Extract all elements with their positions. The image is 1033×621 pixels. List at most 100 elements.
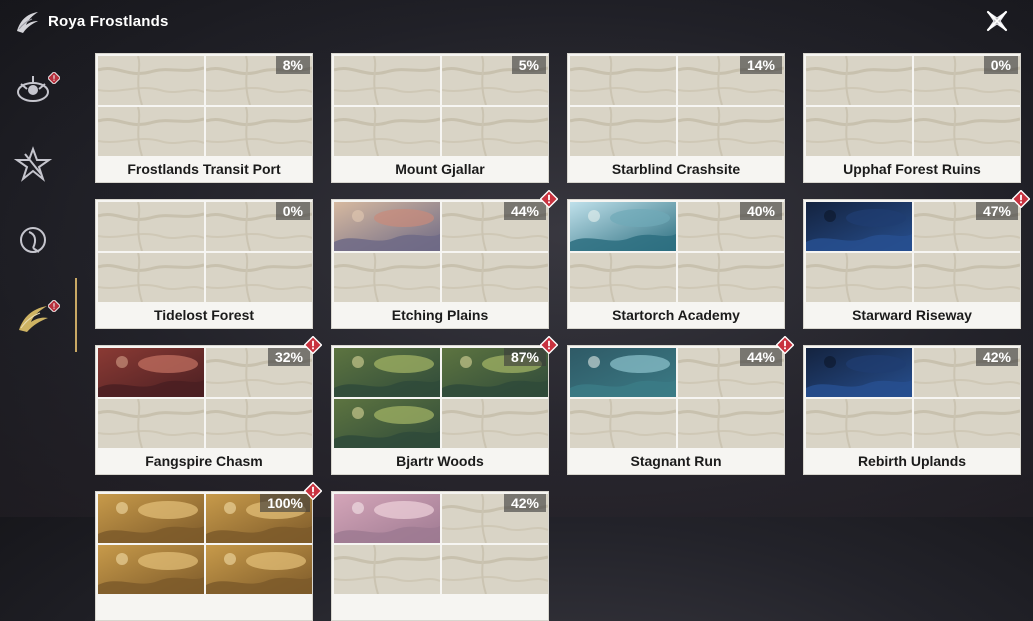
sidebar-item-faction-3[interactable] [6,218,60,262]
location-card[interactable]: 44% Stagnant Run [567,335,795,475]
alert-badge-icon [303,481,323,501]
map-fragment-revealed [806,202,912,251]
active-indicator [75,278,77,352]
map-fragment-unexplored [206,399,312,448]
map-fragment-unexplored [206,107,312,156]
map-fragment-unexplored [570,253,676,302]
location-name: Etching Plains [391,307,489,323]
sidebar-item-faction-4[interactable] [6,296,60,340]
exploration-progress: 8% [275,56,310,74]
map-fragment-unexplored [98,253,204,302]
exploration-progress: 40% [739,202,782,220]
faction-crest-icon [20,227,46,253]
map-fragment-revealed [98,545,204,594]
close-button[interactable] [980,4,1014,38]
map-fragment-unexplored [442,107,548,156]
exploration-progress: 14% [739,56,782,74]
location-name: Startorch Academy [612,307,740,323]
faction-crest-icon [19,306,48,332]
location-name: Frostlands Transit Port [127,161,281,177]
map-fragment-unexplored [98,399,204,448]
location-card[interactable]: 32% Fangspire Chasm [95,335,323,475]
map-fragment-unexplored [442,545,548,594]
map-fragment-unexplored [98,107,204,156]
location-card[interactable]: 0% Upphaf Forest Ruins [803,53,1021,183]
map-fragment-unexplored [678,107,784,156]
alert-badge-icon [303,335,323,355]
location-card[interactable]: 5% Mount Gjallar [331,53,549,183]
map-fragment-unexplored [334,107,440,156]
exploration-progress: 100% [260,494,310,512]
location-name: Stagnant Run [630,453,722,469]
map-fragment-revealed [334,399,440,448]
map-fragment-revealed [334,348,440,397]
map-fragment-revealed [570,348,676,397]
page-title: Roya Frostlands [48,13,169,30]
exploration-progress: 0% [983,56,1018,74]
exploration-progress: 0% [275,202,310,220]
map-fragment-unexplored [98,56,204,105]
location-card[interactable]: 100% [95,481,323,621]
alert-badge-icon [48,72,60,84]
location-name: Starblind Crashsite [611,161,741,177]
map-fragment-unexplored [678,399,784,448]
map-fragment-unexplored [98,202,204,251]
close-icon [986,10,1008,32]
location-card[interactable]: 47% Starward Riseway [803,189,1031,329]
sidebar-item-faction-2[interactable] [6,142,60,186]
map-fragment-unexplored [334,545,440,594]
map-fragment-unexplored [806,107,912,156]
map-fragment-unexplored [914,107,1020,156]
location-name: Mount Gjallar [395,161,485,177]
sidebar [0,60,80,360]
location-name [332,595,548,620]
exploration-progress: 42% [975,348,1018,366]
map-fragment-unexplored [206,253,312,302]
map-fragment-revealed [98,494,204,543]
map-fragment-unexplored [570,107,676,156]
location-grid: 8% Frostlands Transit Port 5% Mount Gjallar… [95,53,1031,621]
alert-badge-icon [48,300,60,312]
map-fragment-unexplored [914,253,1020,302]
exploration-progress: 42% [503,494,546,512]
location-card[interactable]: 44% Etching Plains [331,189,559,329]
map-fragment-revealed [570,202,676,251]
location-card[interactable]: 8% Frostlands Transit Port [95,53,313,183]
location-name: Starward Riseway [852,307,972,323]
location-name: Upphaf Forest Ruins [843,161,981,177]
map-fragment-unexplored [334,253,440,302]
map-fragment-unexplored [806,56,912,105]
faction-crest-icon [17,76,49,102]
map-fragment-unexplored [334,56,440,105]
location-card[interactable]: 87% Bjartr Woods [331,335,559,475]
location-card[interactable]: 42% Rebirth Uplands [803,345,1021,475]
map-fragment-unexplored [914,399,1020,448]
map-fragment-revealed [98,348,204,397]
map-fragment-revealed [334,202,440,251]
location-name: Rebirth Uplands [857,453,967,469]
location-name: Bjartr Woods [396,453,484,469]
location-name: Fangspire Chasm [145,453,263,469]
location-card[interactable]: 0% Tidelost Forest [95,199,313,329]
map-fragment-unexplored [806,253,912,302]
location-name [96,595,312,620]
alert-badge-icon [539,189,559,209]
exploration-progress: 5% [511,56,546,74]
map-fragment-revealed [806,348,912,397]
alert-badge-icon [539,335,559,355]
map-fragment-unexplored [442,253,548,302]
location-card[interactable]: 40% Startorch Academy [567,199,785,329]
map-fragment-revealed [206,545,312,594]
map-fragment-unexplored [442,399,548,448]
location-card[interactable]: 42% [331,491,549,621]
alert-badge-icon [1011,189,1031,209]
map-fragment-unexplored [678,253,784,302]
map-fragment-unexplored [570,56,676,105]
map-fragment-unexplored [570,399,676,448]
region-logo-icon [14,9,42,35]
sidebar-item-faction-1[interactable] [6,68,60,112]
location-card[interactable]: 14% Starblind Crashsite [567,53,785,183]
map-fragment-unexplored [806,399,912,448]
alert-badge-icon [775,335,795,355]
header: Roya Frostlands [0,0,1033,46]
